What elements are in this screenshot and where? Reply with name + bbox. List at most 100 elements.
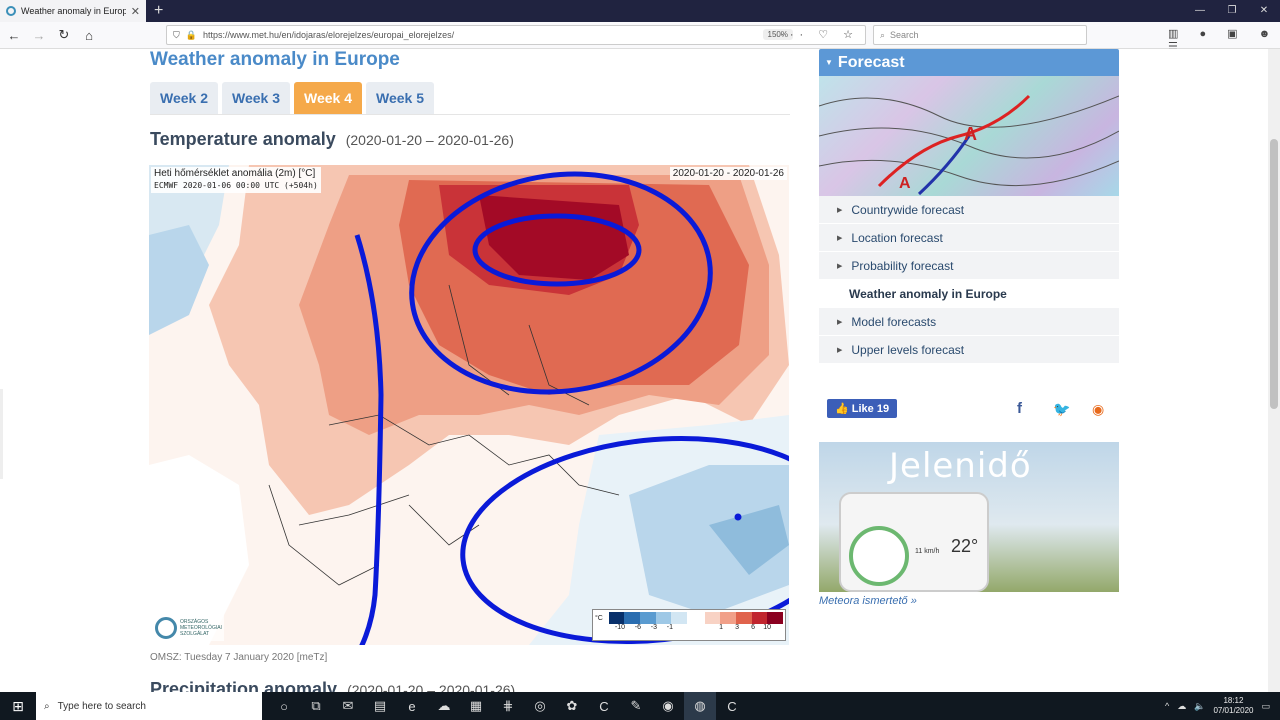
notification-icon[interactable]: ▭ (1261, 701, 1270, 712)
ad-brand: Jelenidő (889, 446, 1032, 486)
sidebar-item-upper-levels[interactable]: ▶ Upper levels forecast (819, 336, 1119, 364)
forward-icon[interactable]: → (28, 24, 50, 46)
wind-gauge-icon (849, 526, 909, 586)
omsz-logo-text: Országos Meteorológiai Szolgálat (180, 619, 222, 637)
minimize-icon[interactable]: — (1184, 0, 1216, 22)
sidebar-item-probability[interactable]: ▶ Probability forecast (819, 252, 1119, 280)
week-tabs: Week 2 Week 3 Week 4 Week 5 (150, 82, 434, 114)
triangle-right-icon: ▶ (837, 318, 843, 326)
taskbar-apps: ○ ⧉ ✉ ▤ e ☁ ▦ ⋕ ◎ ✿ C ✎ ◉ ◍ C (268, 692, 748, 720)
calendar-icon[interactable]: ▦ (460, 692, 492, 720)
legend-swatch-cold-2 (624, 612, 641, 624)
temperature-anomaly-map: Heti hőmérséklet anomália (2m) [°C] ECMW… (149, 165, 789, 645)
edge-icon[interactable]: e (396, 692, 428, 720)
search-icon: ⌕ (880, 29, 886, 40)
media-icon[interactable]: ◎ (524, 692, 556, 720)
cortana-icon[interactable]: ○ (268, 692, 300, 720)
sidebar-item-weather-anomaly[interactable]: Weather anomaly in Europe (819, 280, 1119, 308)
next-section-date-range: (2020-01-20 – 2020-01-26) (347, 682, 516, 692)
page-scrollbar[interactable] (1268, 49, 1280, 692)
map-label-title: Heti hőmérséklet anomália (2m) [°C] (154, 168, 316, 179)
mail-icon[interactable]: ✉ (332, 692, 364, 720)
restore-icon[interactable]: ❐ (1216, 0, 1248, 22)
grid-app-icon[interactable]: ⋕ (492, 692, 524, 720)
navigation-bar: ← → ↻ ⌂ ⛉ 🔒 https://www.met.hu/en/idojar… (0, 22, 1280, 53)
triangle-right-icon: ▶ (837, 262, 843, 270)
facebook-like-button[interactable]: 👍 Like 19 (827, 399, 898, 418)
url-bar[interactable]: ⛉ 🔒 https://www.met.hu/en/idojaras/elore… (166, 25, 866, 45)
onedrive-icon[interactable]: ☁ (428, 692, 460, 720)
facebook-icon[interactable]: f (1017, 400, 1022, 417)
jelenido-ad-banner[interactable]: Jelenidő 11 km/h 22° (819, 442, 1119, 592)
legend-swatch-warm-5 (767, 612, 784, 624)
map-label-model: ECMWF 2020-01-06 00:00 UTC (+504h) (154, 181, 318, 190)
tab-week-3[interactable]: Week 3 (222, 82, 290, 114)
svg-text:A: A (899, 175, 911, 192)
tab-week-5[interactable]: Week 5 (366, 82, 434, 114)
sidebar-header-text: Forecast (837, 53, 905, 71)
tray-chevron-icon[interactable]: ^ (1165, 701, 1169, 711)
back-icon[interactable]: ← (3, 24, 25, 46)
browser-tab-bar: Weather anomaly in Europe - M ✕ + — ❐ ✕ (0, 0, 1280, 22)
windows-start-icon[interactable]: ⊞ (0, 692, 36, 720)
ad-wind: 11 km/h (915, 548, 940, 555)
rss-icon[interactable]: ◉ (1092, 401, 1104, 418)
legend-swatch-cold-4 (655, 612, 672, 624)
volume-icon[interactable]: 🔈 (1194, 701, 1205, 712)
taskbar-time: 18:12 (1223, 696, 1244, 705)
tab-week-2[interactable]: Week 2 (150, 82, 218, 114)
system-tray: ^ ☁ 🔈 18:12 07/01/2020 ▭ (1165, 692, 1280, 720)
task-view-icon[interactable]: ⧉ (300, 692, 332, 720)
next-section-title: Precipitation anomaly (2020-01-20 – 2020… (150, 679, 515, 692)
map-legend: °C -10 -6 -3 -1 1 3 6 10 (592, 609, 786, 641)
forecast-chart-image[interactable]: A A (819, 76, 1119, 196)
close-tab-icon[interactable]: ✕ (131, 5, 140, 18)
site-favicon-icon (6, 6, 16, 16)
legend-values: -10 -6 -3 -1 1 3 6 10 (614, 624, 771, 631)
camtasia-icon[interactable]: C (588, 692, 620, 720)
page-content: Weather anomaly in Europe Week 2 Week 3 … (0, 49, 1268, 692)
file-explorer-icon[interactable]: ▤ (364, 692, 396, 720)
new-tab-icon[interactable]: + (154, 0, 163, 22)
lock-icon: 🔒 (185, 29, 197, 40)
reload-icon[interactable]: ↻ (53, 24, 75, 46)
omsz-logo: Országos Meteorológiai Szolgálat (153, 615, 224, 641)
legend-swatch-warm-4 (751, 612, 768, 624)
search-input[interactable]: ⌕ Search (873, 25, 1087, 45)
camtasia-recorder-icon[interactable]: C (716, 692, 748, 720)
main-content: Weather anomaly in Europe Week 2 Week 3 … (145, 49, 795, 692)
page-actions-icon[interactable]: ··· ♡ ☆ (780, 28, 859, 41)
triangle-right-icon: ▶ (837, 206, 843, 214)
windows-taskbar: ⊞ ⌕ Type here to search ○ ⧉ ✉ ▤ e ☁ ▦ ⋕ … (0, 692, 1280, 720)
taskbar-clock[interactable]: 18:12 07/01/2020 (1213, 696, 1253, 716)
close-window-icon[interactable]: ✕ (1248, 0, 1280, 22)
search-icon: ⌕ (44, 700, 50, 712)
home-icon[interactable]: ⌂ (78, 24, 100, 46)
paint-icon[interactable]: ✎ (620, 692, 652, 720)
twitter-icon[interactable]: 🐦 (1053, 401, 1070, 418)
divider (150, 114, 790, 115)
next-section-title-text: Precipitation anomaly (150, 679, 338, 692)
shield-icon[interactable]: ⛉ (173, 30, 180, 41)
tab-title: Weather anomaly in Europe - M (21, 6, 126, 16)
taskbar-search[interactable]: ⌕ Type here to search (36, 692, 262, 720)
meteora-link[interactable]: Meteora ismertető » (819, 595, 917, 607)
scrollbar-thumb[interactable] (1270, 139, 1278, 409)
sidebar-header[interactable]: ▼ Forecast (819, 49, 1119, 76)
taskbar-search-placeholder: Type here to search (57, 700, 146, 712)
network-icon[interactable]: ☁ (1177, 701, 1186, 712)
map-caption: OMSZ: Tuesday 7 January 2020 [meTz] (150, 652, 328, 663)
browser-tab[interactable]: Weather anomaly in Europe - M ✕ (0, 0, 146, 22)
sidebar-item-countrywide[interactable]: ▶ Countrywide forecast (819, 196, 1119, 224)
legend-swatch-warm-1 (704, 612, 721, 624)
settings-app-icon[interactable]: ✿ (556, 692, 588, 720)
tab-week-4[interactable]: Week 4 (294, 82, 362, 114)
svg-text:A: A (964, 124, 977, 144)
thumbs-up-icon: 👍 (835, 403, 852, 415)
chrome-icon[interactable]: ◉ (652, 692, 684, 720)
ad-temp: 22° (951, 536, 979, 556)
taskbar-date: 07/01/2020 (1213, 706, 1254, 715)
firefox-icon[interactable]: ◍ (684, 692, 716, 720)
sidebar-item-location[interactable]: ▶ Location forecast (819, 224, 1119, 252)
sidebar-item-model[interactable]: ▶ Model forecasts (819, 308, 1119, 336)
